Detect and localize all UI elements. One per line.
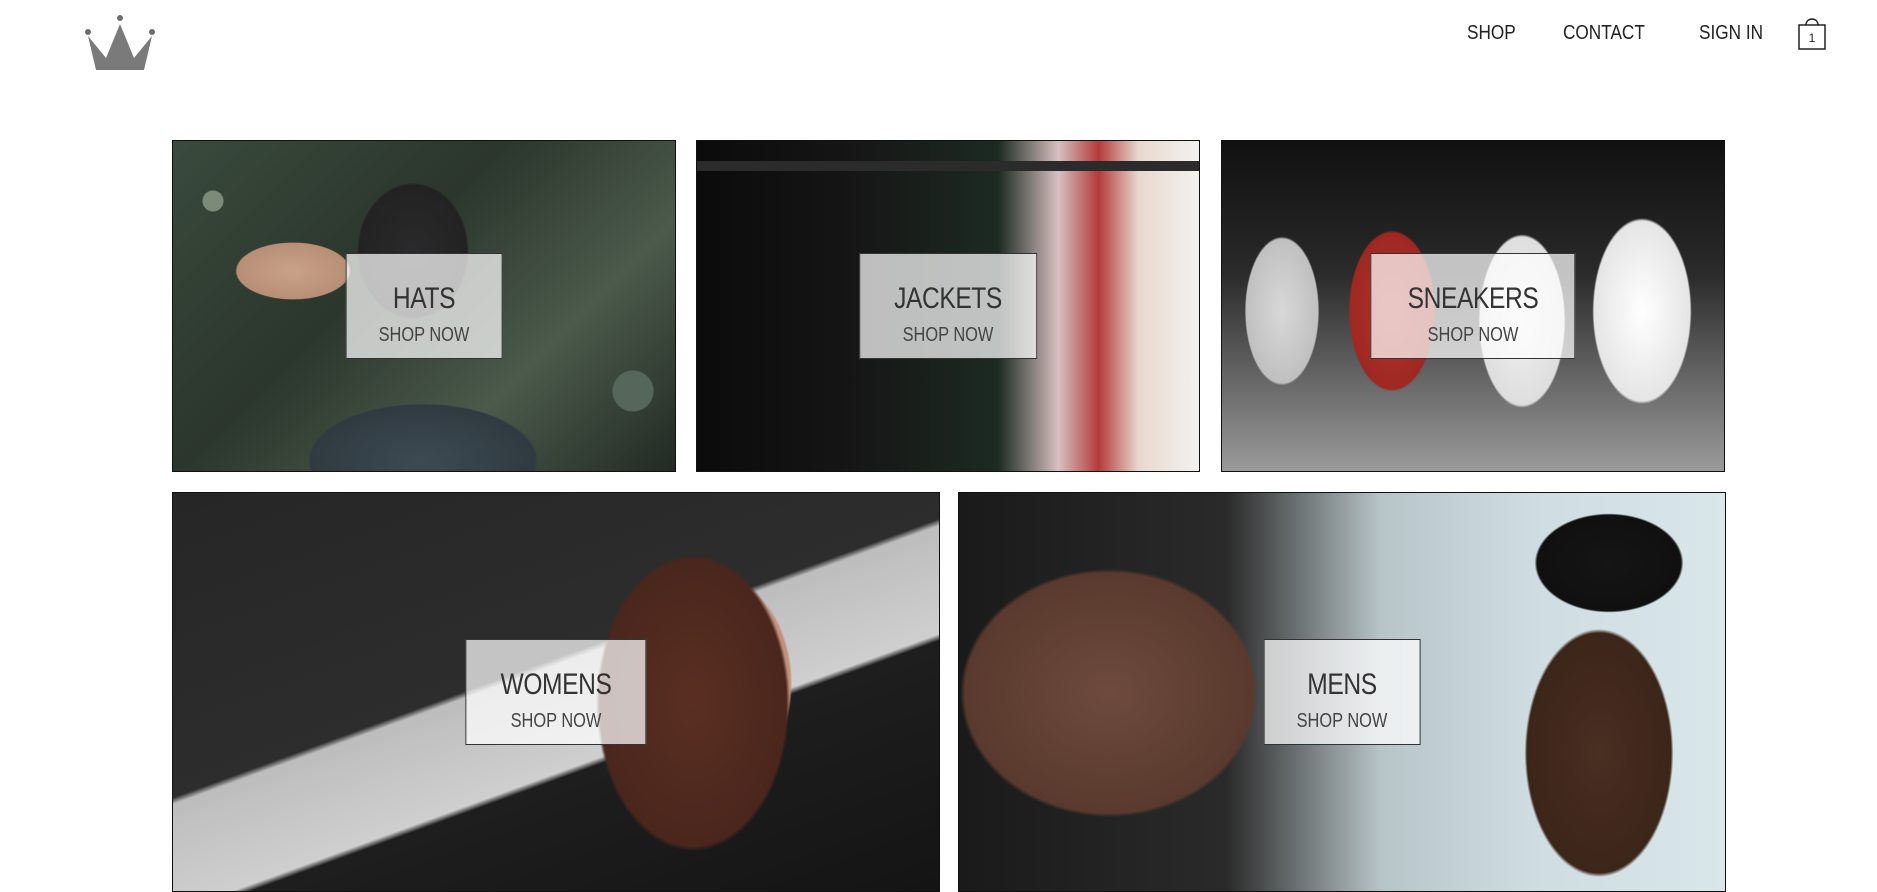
main-nav: SHOP CONTACT SIGN IN 1	[1427, 15, 1827, 51]
category-label-box: SNEAKERS SHOP NOW	[1370, 253, 1576, 359]
category-label-box: MENS SHOP NOW	[1263, 639, 1421, 745]
cart-button[interactable]: 1	[1797, 15, 1827, 51]
category-title: JACKETS	[894, 282, 1002, 315]
shop-now-link[interactable]: SHOP NOW	[1297, 710, 1388, 732]
crown-icon[interactable]	[84, 14, 156, 72]
shop-now-link[interactable]: SHOP NOW	[1408, 324, 1539, 346]
category-title: HATS	[392, 282, 456, 315]
category-label-box: HATS SHOP NOW	[345, 253, 503, 359]
shop-now-link[interactable]: SHOP NOW	[894, 324, 1002, 346]
site-header: SHOP CONTACT SIGN IN 1	[0, 0, 1877, 90]
shop-now-link[interactable]: SHOP NOW	[501, 710, 612, 732]
category-card-sneakers[interactable]: SNEAKERS SHOP NOW	[1221, 140, 1725, 472]
shop-now-link[interactable]: SHOP NOW	[379, 324, 470, 346]
cart-count: 1	[1808, 31, 1816, 45]
category-card-womens[interactable]: WOMENS SHOP NOW	[172, 492, 940, 892]
nav-shop-link[interactable]: SHOP	[1467, 22, 1516, 45]
category-title: MENS	[1307, 668, 1377, 701]
category-card-jackets[interactable]: JACKETS SHOP NOW	[696, 140, 1200, 472]
category-title: WOMENS	[500, 668, 612, 701]
category-label-box: WOMENS SHOP NOW	[465, 639, 647, 745]
category-card-hats[interactable]: HATS SHOP NOW	[172, 140, 676, 472]
category-title: SNEAKERS	[1407, 282, 1539, 315]
nav-sign-in-link[interactable]: SIGN IN	[1699, 22, 1763, 45]
category-card-mens[interactable]: MENS SHOP NOW	[958, 492, 1726, 892]
category-label-box: JACKETS SHOP NOW	[859, 253, 1037, 359]
nav-contact-link[interactable]: CONTACT	[1563, 22, 1645, 45]
